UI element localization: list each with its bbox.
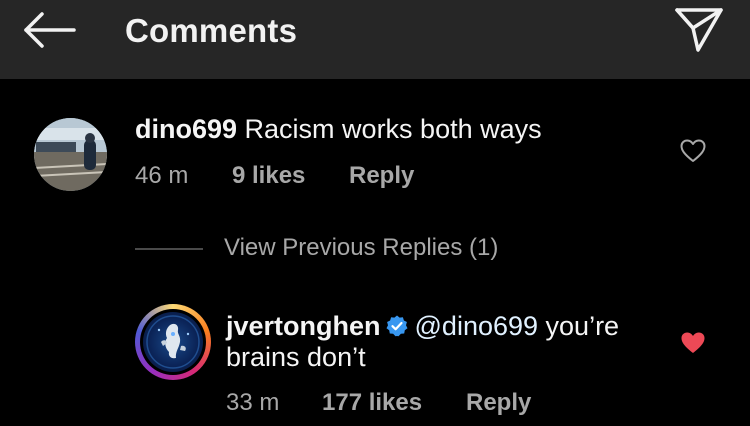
avatar-story-ring[interactable]: [135, 304, 211, 380]
header-bar: Comments: [0, 0, 750, 79]
heart-outline-icon: [680, 139, 706, 162]
comment-time: 46 m: [135, 162, 189, 189]
comment-text: dino699 Racism works both ways: [135, 112, 542, 146]
heart-filled-icon: [681, 332, 705, 353]
arrow-left-icon: [24, 12, 76, 48]
comment-body: Racism works both ways: [244, 114, 542, 144]
reply-mention-link[interactable]: @dino699: [415, 311, 539, 341]
like-button[interactable]: [680, 139, 706, 163]
profile-photo: [34, 118, 107, 191]
reply-button[interactable]: Reply: [349, 161, 414, 191]
reply-reply-button[interactable]: Reply: [466, 388, 531, 418]
liked-button[interactable]: [680, 331, 706, 355]
comment-username[interactable]: dino699: [135, 114, 237, 144]
verified-badge-icon: [386, 315, 408, 337]
back-button[interactable]: [18, 8, 82, 52]
paper-plane-icon: [675, 8, 723, 52]
reply-text-line-1: jvertonghen @dino699 you’re: [226, 309, 619, 343]
view-previous-replies-button[interactable]: View Previous Replies (1): [224, 233, 498, 263]
avatar: [143, 312, 203, 372]
comment-likes[interactable]: 9 likes: [232, 161, 305, 191]
reply-likes[interactable]: 177 likes: [322, 388, 422, 418]
avatar[interactable]: [34, 118, 107, 191]
reply-text-line-2: brains don’t: [226, 342, 366, 372]
reply-body-part-1: you’re: [538, 311, 620, 341]
share-button[interactable]: [672, 4, 726, 54]
profile-photo: [146, 315, 200, 369]
replies-divider: [135, 248, 203, 250]
page-title: Comments: [125, 12, 298, 49]
reply-username[interactable]: jvertonghen: [226, 311, 381, 341]
avatar-ring-gap: [140, 309, 206, 375]
reply-time: 33 m: [226, 389, 280, 416]
